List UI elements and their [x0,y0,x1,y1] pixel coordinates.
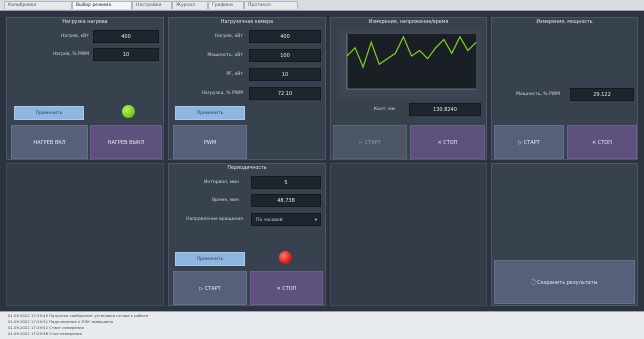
cycle-status-indicator [279,251,292,264]
heater-value-pwm[interactable]: 10 [93,48,159,61]
tab-bar: Калибровка Выбор режима Настройки Журнал… [0,0,644,11]
load-label-1: Нагрев, кВт [214,34,243,39]
voltage-time-chart [346,34,477,90]
load-panel-title: Нагрузочная камера [220,20,274,25]
tab-journal[interactable]: Журнал [172,1,208,9]
heater-status-indicator [122,105,135,118]
data-point [403,36,404,38]
cycle-label-time: Время, мин [212,198,239,203]
data-point [435,47,437,49]
load-value-4[interactable]: 72.10 [249,87,321,100]
log-line: 01.09.2022 17:29:45 Получено сообщение: … [8,313,149,318]
data-point [370,41,372,43]
chart-area [337,29,482,99]
cycle-stop-label: СТОП [282,286,297,292]
load-value-2[interactable]: 100 [249,49,321,62]
load-pwm-button[interactable]: PWM [173,125,247,159]
cycle-select-label: Направление вращения [186,217,243,222]
measure-stop-label: СТОП [597,140,613,146]
cycle-value-interval[interactable]: 5 [251,176,321,189]
data-point [443,39,445,40]
measure-panel-title: Измерения, мощность [536,20,593,25]
data-point [475,41,477,43]
log-line: 01.09.2022 17:29:52 Старт измерения [8,325,84,330]
empty-area-left [6,163,164,306]
load-apply-button[interactable]: Применить [175,106,245,120]
chart-panel-title: Измерения, напряжение/время [368,20,449,25]
cycle-label-interval: Интервал, мин [204,180,239,185]
chevron-down-icon: ▾ [314,218,317,223]
heater-apply-button[interactable]: Применить [14,106,84,120]
measure-start-button[interactable]: ▷ СТАРТ [494,125,564,159]
heater-off-button[interactable]: НАГРЕВ ВЫКЛ [90,125,162,159]
measure-panel: Измерения, мощность Мощность, % PWM 29.1… [491,17,638,160]
empty-area-middle [330,163,487,306]
measure-value[interactable]: 29.122 [570,88,634,101]
tab-charts[interactable]: Графики [208,1,244,9]
rotation-direction-value: По часовой [256,218,283,223]
heater-label-pwm: Нагрев, % PWM [52,52,89,57]
chart-stop-button[interactable]: ✕ СТОП [410,125,485,159]
load-value-1[interactable]: 400 [249,30,321,43]
data-point [354,47,356,49]
cycle-start-button[interactable]: ▷ СТАРТ [173,271,247,305]
data-point [467,50,469,51]
data-point [386,58,388,60]
tab-calibration[interactable]: Калибровка [4,1,72,9]
log-line: 01.09.2022 17:29:51 Подключение к ПЛК за… [8,319,114,324]
log-line: 01.09.2022 17:29:58 Стоп измерения [8,331,82,336]
measure-start-label: СТАРТ [523,140,540,146]
load-label-3: PF, кВт [226,72,243,77]
heater-on-button[interactable]: НАГРЕВ ВКЛ [11,125,88,159]
load-value-3[interactable]: 10 [249,68,321,81]
cycle-stop-button[interactable]: ✕ СТОП [250,271,323,305]
data-point [394,52,396,54]
chart-value[interactable]: 130.8240 [409,103,481,116]
heater-label-power: Нагрев, кВт [60,34,89,39]
data-point [378,63,380,65]
event-log[interactable]: 01.09.2022 17:29:45 Получено сообщение: … [0,311,644,339]
heater-panel: Нагрузка нагрева Нагрев, кВт 400 Нагрев,… [6,17,164,160]
tab-settings[interactable]: Настройки [132,1,172,9]
chart-stop-label: СТОП [443,140,458,146]
rotation-direction-select[interactable]: По часовой ▾ [251,213,321,226]
heater-value-power[interactable]: 400 [93,30,159,43]
tab-mode[interactable]: Выбор режима [72,1,132,9]
save-results-label: Сохранить результаты [537,280,598,286]
load-label-2: Мощность, кВт [207,53,243,58]
data-point [459,36,461,38]
chart-panel: Измерения, напряжение/время Конт. мм 130… [330,17,487,160]
heater-panel-title: Нагрузка нагрева [62,20,108,25]
cycle-value-time[interactable]: 48.738 [251,194,321,207]
data-point [346,55,348,57]
cycle-apply-button[interactable]: Применить [175,252,245,266]
data-point [411,55,412,57]
save-results-button[interactable]: 🗋 Сохранить результаты [494,260,635,304]
data-point [362,66,364,68]
load-label-4: Нагрузка, % PWM [201,91,243,96]
data-point [427,58,429,60]
cycle-panel-title: Периодичность [227,166,267,171]
cycle-panel: Периодичность Интервал, мин 5 Время, мин… [168,163,326,306]
data-point [451,52,453,54]
measure-value-label: Мощность, % PWM [516,92,560,97]
save-panel: 🗋 Сохранить результаты [491,163,638,306]
chart-value-label: Конт. мм [373,107,395,112]
tab-protocol[interactable]: Протокол [244,1,298,9]
chart-start-button[interactable]: ▷ СТАРТ [333,125,407,159]
measure-stop-button[interactable]: ✕ СТОП [567,125,637,159]
chart-start-label: СТАРТ [364,140,381,146]
load-panel: Нагрузочная камера Нагрев, кВт 400 Мощно… [168,17,326,160]
data-point [419,50,420,51]
cycle-start-label: СТАРТ [204,286,221,292]
